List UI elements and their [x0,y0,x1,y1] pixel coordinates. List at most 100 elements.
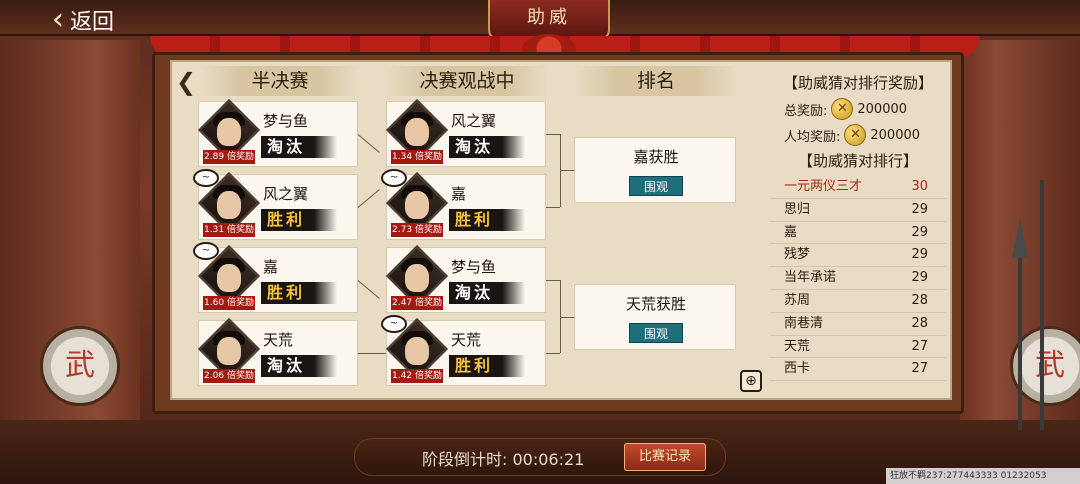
avatar-face [217,191,241,219]
rank-score: 29 [911,247,928,263]
rank-name: 思归 [784,201,811,217]
list-item: 南巷清 28 [770,313,946,336]
rank-name: 嘉 [784,224,798,240]
back-button[interactable]: ‹ 返回 [52,4,114,36]
rank-name: 当年承诺 [784,270,837,286]
list-item: 当年承诺 29 [770,267,946,290]
bracket-line [546,353,560,354]
odds-badge: 2.89 倍奖励 [203,150,255,164]
column-ranking: 排名 [574,66,738,96]
player-name: 梦与鱼 [263,112,309,130]
total-reward-value: 200000 [857,101,908,117]
list-item: 天荒 27 [770,336,946,359]
rewards-title: 【助威猜对排行奖励】 [782,74,933,92]
odds-badge: 1.34 倍奖励 [391,150,443,164]
player-name: 天荒 [263,331,294,349]
list-item: 苏周 28 [770,290,946,313]
bracket-line [560,170,574,171]
odds-badge: 2.06 倍奖励 [203,369,255,383]
bracket-line [546,134,560,135]
countdown-label: 阶段倒计时: [422,450,508,469]
collapse-arrow-icon[interactable]: ❮ [176,68,196,96]
result-badge: 胜利 [449,209,525,231]
avg-reward-label: 人均奖励: [784,129,841,145]
rank-name: 苏周 [784,292,811,308]
avatar-face [217,118,241,146]
result-badge: 胜利 [261,282,337,304]
drum-left: 武 [40,326,120,406]
rank-score: 28 [911,315,928,331]
watch-button[interactable]: 围观 [629,323,683,343]
ranking-title: 【助威猜对排行】 [797,152,918,170]
semifinal-card-3[interactable]: ~ 1.60 倍奖励 嘉 胜利 [193,242,358,313]
avg-reward-value: 200000 [870,127,921,143]
player-avatar: 1.42 倍奖励 [385,317,449,383]
final-card-4[interactable]: ~ 1.42 倍奖励 天荒 胜利 [381,315,546,386]
coin-icon: ✕ [831,98,854,120]
player-avatar: 2.47 倍奖励 [385,244,449,310]
rank-score: 27 [911,338,928,354]
spear [1018,250,1022,430]
odds-badge: 1.42 倍奖励 [391,369,443,383]
result-badge: 胜利 [261,209,337,231]
semifinal-card-4[interactable]: 2.06 倍奖励 天荒 淘汰 [197,317,358,386]
column-semifinal: 半决赛 [200,66,360,96]
player-name: 风之翼 [263,185,309,203]
column-final: 决赛观战中 [386,66,548,96]
match-outcome-1: 嘉获胜 围观 [574,137,736,203]
player-avatar: 2.73 倍奖励 [385,171,449,237]
left-wall [0,40,140,484]
odds-badge: 2.73 倍奖励 [391,223,443,237]
rank-name: 残梦 [784,247,811,263]
player-name: 嘉 [263,258,279,276]
list-item: 一元两仪三才 30 [770,176,946,199]
final-card-3[interactable]: 2.47 倍奖励 梦与鱼 淘汰 [385,244,546,313]
list-item: 思归 29 [770,199,946,222]
chevron-left-icon: ‹ [52,2,64,37]
ranking-list: 一元两仪三才 30 思归 29 嘉 29 残梦 29 当年承诺 29 苏周 28 南巷清 28… [770,176,946,382]
rank-score: 27 [911,361,928,377]
avatar-face [217,264,241,292]
final-card-1[interactable]: 1.34 倍奖励 风之翼 淘汰 [385,98,546,167]
rank-score: 29 [911,270,928,286]
result-badge: 淘汰 [261,136,337,158]
bracket-line [560,317,574,318]
player-avatar: 2.89 倍奖励 [197,98,261,164]
rank-name: 南巷清 [784,315,824,331]
total-reward-row: 总奖励: ✕ 200000 [770,96,946,122]
player-avatar: 1.60 倍奖励 [197,244,261,310]
rank-name: 天荒 [784,338,811,354]
odds-badge: 1.60 倍奖励 [203,296,255,310]
semifinal-card-1[interactable]: 2.89 倍奖励 梦与鱼 淘汰 [197,98,358,167]
match-record-button[interactable]: 比赛记录 [624,443,706,471]
rank-score: 28 [911,292,928,308]
spear [1040,180,1044,430]
avg-reward-row: 人均奖励: ✕ 200000 [770,122,946,148]
player-name: 梦与鱼 [451,258,497,276]
rank-name: 一元两仪三才 [784,179,863,194]
list-item: 嘉 29 [770,222,946,245]
watch-button[interactable]: 围观 [629,176,683,196]
avatar-face [405,118,429,146]
player-avatar: 1.31 倍奖励 [197,171,261,237]
watermark: 狂放不羁237:277443333 01232053 [886,468,1080,484]
result-badge: 胜利 [449,355,525,377]
total-reward-label: 总奖励: [784,103,828,119]
avatar-face [405,191,429,219]
avatar-face [217,337,241,365]
stage-countdown: 阶段倒计时: 00:06:21 [422,446,584,470]
result-badge: 淘汰 [449,136,525,158]
player-name: 天荒 [451,331,482,349]
rank-score: 29 [911,224,928,240]
drum-char: 武 [65,348,95,383]
final-card-2[interactable]: ~ 2.73 倍奖励 嘉 胜利 [381,169,546,240]
result-badge: 淘汰 [261,355,337,377]
avatar-face [405,337,429,365]
outcome-text: 天荒获胜 [625,295,686,313]
match-outcome-2: 天荒获胜 围观 [574,284,736,350]
outcome-text: 嘉获胜 [633,148,679,166]
list-item: 西卡 27 [770,358,946,382]
ranking-panel: 【助威猜对排行奖励】 总奖励: ✕ 200000 人均奖励: ✕ 200000 … [770,70,946,382]
zoom-icon[interactable]: ⊕ [740,370,762,392]
semifinal-card-2[interactable]: ~ 1.31 倍奖励 风之翼 胜利 [193,169,358,240]
